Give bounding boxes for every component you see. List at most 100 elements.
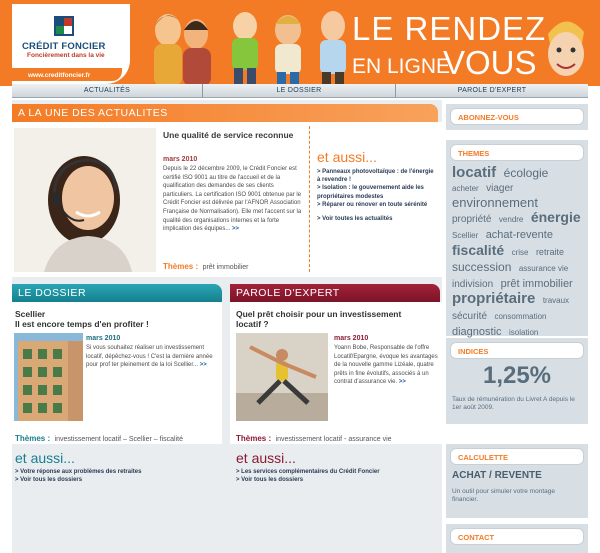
- all-news-link[interactable]: > Voir toutes les actualités: [317, 215, 435, 223]
- nav-le-dossier[interactable]: LE DOSSIER: [203, 84, 395, 97]
- banner-illustration: [154, 11, 346, 86]
- dossier-themes: Thèmes : investissement locatif – Scelli…: [15, 428, 183, 446]
- themes-heading: THEMES: [450, 144, 584, 161]
- building-photo: [14, 333, 83, 421]
- tag-link[interactable]: environnement: [452, 195, 538, 210]
- tag-link[interactable]: sécurité: [452, 311, 487, 322]
- dossier-body: Si vous souhaitez réaliser un investisse…: [86, 344, 216, 370]
- cartoon-face-icon: [548, 21, 584, 76]
- dossier-heading: LE DOSSIER: [12, 284, 222, 302]
- une-more-link[interactable]: >>: [232, 226, 239, 232]
- tag-link[interactable]: locatif: [452, 164, 496, 181]
- woman-headset-photo: [14, 128, 156, 272]
- tag-link[interactable]: indivision: [452, 279, 493, 290]
- livret-a-rate: 1,25%: [482, 362, 552, 389]
- expert-body: Yoann Bobe, Responsable de l'offre Locat…: [334, 344, 438, 387]
- rate-caption: Taux de rémunération du Livret A depuis …: [452, 396, 575, 411]
- expert-themes: Thèmes : investissement locatif - assura…: [236, 428, 392, 446]
- une-body-text: Depuis le 22 décembre 2009, le Crédit Fo…: [163, 166, 302, 233]
- expert-etaussi-title: et aussi...: [236, 450, 296, 466]
- tag-link[interactable]: crise: [512, 248, 529, 257]
- calculette-caption: Un outil pour simuler votre montage fina…: [452, 488, 555, 503]
- tag-link[interactable]: achat-revente: [486, 229, 553, 241]
- dossier-etaussi-list: > Votre réponse aux problèmes des retrai…: [15, 468, 215, 484]
- yoga-photo: [236, 333, 328, 421]
- indices-heading: INDICES: [450, 342, 584, 359]
- cartoon-couple-icon: [154, 14, 211, 86]
- expert-more-link[interactable]: >>: [399, 379, 406, 385]
- logo-icon: [54, 16, 74, 36]
- etaussi-link[interactable]: > Voir tous les dossiers: [236, 476, 436, 484]
- tag-link[interactable]: diagnostic: [452, 326, 502, 338]
- nav-actualites[interactable]: ACTUALITÉS: [12, 84, 202, 97]
- main-nav: ACTUALITÉS LE DOSSIER PAROLE D'EXPERT: [12, 84, 588, 98]
- une-body: Depuis le 22 décembre 2009, le Crédit Fo…: [163, 165, 305, 234]
- calculette-box: CALCULETTE ACHAT / REVENTE Un outil pour…: [446, 444, 588, 518]
- cartoon-person-icon: [275, 15, 301, 86]
- tag-link[interactable]: succession: [452, 260, 511, 274]
- dossier-more-link[interactable]: >>: [200, 362, 207, 368]
- contact-box: CONTACT: [446, 524, 588, 553]
- dossier-title[interactable]: Scellier Il est encore temps d'en profit…: [15, 309, 215, 329]
- etaussi-link[interactable]: > Isolation : le gouvernement aide les p…: [317, 184, 435, 200]
- themes-label: Thèmes :: [163, 262, 199, 271]
- cartoon-person-icon: [232, 12, 258, 86]
- cartoon-person-icon: [320, 11, 346, 86]
- banner-headline: LE RENDEZ: [352, 10, 547, 47]
- calculette-heading: CALCULETTE: [450, 448, 584, 465]
- tag-link[interactable]: fiscalité: [452, 242, 504, 258]
- expert-heading: PAROLE D'EXPERT: [230, 284, 440, 302]
- abonnez-box: ABONNEZ-VOUS: [446, 104, 588, 130]
- brand-name: CRÉDIT FONCIER: [22, 41, 106, 52]
- une-etaussi-list: > Panneaux photovoltaïque : de l'énergie…: [317, 168, 435, 223]
- une-heading: A LA UNE DES ACTUALITES: [12, 104, 438, 122]
- tag-link[interactable]: consommation: [494, 312, 546, 321]
- banner-subline: EN LIGNE: [352, 55, 451, 78]
- dossier-etaussi-title: et aussi...: [15, 450, 75, 466]
- tag-link[interactable]: isolation: [509, 328, 538, 337]
- dossier-body-text: Si vous souhaitez réaliser un investisse…: [86, 345, 213, 369]
- themes-value[interactable]: prêt immobilier: [203, 264, 249, 271]
- tag-link[interactable]: propriété: [452, 214, 491, 225]
- themes-value[interactable]: investissement locatif – Scellier – fisc…: [55, 436, 183, 443]
- etaussi-link[interactable]: > Panneaux photovoltaïque : de l'énergie…: [317, 168, 435, 184]
- tag-link[interactable]: assurance vie: [519, 264, 568, 273]
- tag-link[interactable]: prêt immobilier: [501, 278, 573, 290]
- etaussi-link[interactable]: > Réparer ou rénover en toute sérénité: [317, 201, 435, 209]
- vertical-divider: [309, 126, 311, 272]
- expert-date: mars 2010: [334, 335, 369, 342]
- abonnez-button[interactable]: ABONNEZ-VOUS: [450, 108, 584, 125]
- tag-link[interactable]: vendre: [499, 215, 523, 224]
- expert-body-text: Yoann Bobe, Responsable de l'offre Locat…: [334, 345, 438, 386]
- expert-title[interactable]: Quel prêt choisir pour un investissement…: [236, 309, 416, 329]
- site-url[interactable]: www.creditfoncier.fr: [28, 72, 90, 79]
- nav-parole-expert[interactable]: PAROLE D'EXPERT: [396, 84, 588, 97]
- tag-link[interactable]: acheter: [452, 184, 479, 193]
- indices-box: INDICES 1,25% Taux de rémunération du Li…: [446, 338, 588, 424]
- une-etaussi-title: et aussi...: [317, 149, 377, 165]
- themes-box: THEMES locatif écologie acheter viager e…: [446, 140, 588, 338]
- tag-link[interactable]: écologie: [504, 166, 549, 180]
- une-date: mars 2010: [163, 156, 198, 163]
- une-title[interactable]: Une qualité de service reconnue: [163, 130, 303, 140]
- tag-link[interactable]: propriétaire: [452, 290, 535, 307]
- banner-headline-vous: VOUS: [443, 44, 537, 81]
- themes-value[interactable]: investissement locatif - assurance vie: [276, 436, 392, 443]
- tag-link[interactable]: retraite: [536, 247, 564, 257]
- calculette-title[interactable]: ACHAT / REVENTE: [452, 470, 542, 481]
- tag-link[interactable]: Scellier: [452, 231, 478, 240]
- etaussi-link[interactable]: > Voir tous les dossiers: [15, 476, 215, 484]
- themes-label: Thèmes :: [15, 434, 51, 443]
- une-themes: Thèmes : prêt immobilier: [163, 256, 248, 274]
- tag-link[interactable]: viager: [486, 183, 513, 194]
- contact-button[interactable]: CONTACT: [450, 528, 584, 545]
- tag-cloud: locatif écologie acheter viager environn…: [452, 164, 584, 340]
- brand-tagline: Foncièrement dans la vie: [27, 52, 105, 59]
- tag-link[interactable]: travaux: [543, 296, 569, 305]
- etaussi-link[interactable]: > Les services complémentaires du Crédit…: [236, 468, 436, 476]
- etaussi-link[interactable]: > Votre réponse aux problèmes des retrai…: [15, 468, 215, 476]
- themes-label: Thèmes :: [236, 434, 272, 443]
- tag-link[interactable]: énergie: [531, 209, 581, 225]
- expert-etaussi-list: > Les services complémentaires du Crédit…: [236, 468, 436, 484]
- dossier-date: mars 2010: [86, 335, 121, 342]
